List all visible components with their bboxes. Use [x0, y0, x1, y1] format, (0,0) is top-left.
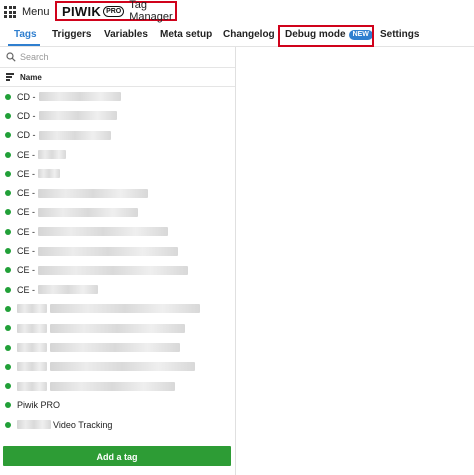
redacted-text: [38, 150, 66, 160]
row-name: CE -: [17, 284, 35, 295]
brand-badge: PRO: [103, 5, 125, 17]
menu-label: Menu: [22, 6, 50, 18]
active-tab-indicator: [8, 44, 40, 46]
redacted-text: [17, 420, 51, 430]
tag-list-panel: Name CD - CD - CD - CE - CE - CE - CE - …: [0, 47, 236, 475]
table-row[interactable]: Piwik PRO: [0, 396, 235, 415]
redacted-text: [50, 362, 195, 372]
row-name: CE -: [17, 207, 35, 218]
table-row[interactable]: CE -: [0, 164, 235, 183]
redacted-text: [17, 362, 47, 372]
column-header: Name: [0, 68, 235, 87]
table-row[interactable]: CE -: [0, 241, 235, 260]
table-row[interactable]: CD -: [0, 106, 235, 125]
status-dot: [5, 190, 11, 197]
debug-mode-highlight: [278, 25, 374, 47]
table-row[interactable]: CD -: [0, 87, 235, 106]
brand-logo[interactable]: PIWIK PRO Tag Manager: [55, 0, 177, 23]
detail-panel: [236, 47, 474, 475]
tag-list: CD - CD - CD - CE - CE - CE - CE - CE - …: [0, 87, 235, 434]
redacted-text: [38, 265, 188, 275]
redacted-text: [17, 323, 47, 333]
status-dot: [5, 132, 11, 139]
tab-tags[interactable]: Tags: [14, 24, 37, 46]
table-row[interactable]: CE -: [0, 145, 235, 164]
row-name: CE -: [17, 265, 35, 276]
table-row[interactable]: [0, 299, 235, 318]
row-name: CE -: [17, 168, 35, 179]
redacted-text: [17, 343, 47, 352]
row-name: CE -: [17, 226, 35, 237]
redacted-text: [50, 381, 175, 391]
status-dot: [5, 209, 11, 216]
status-dot: [5, 170, 11, 177]
status-dot: [5, 363, 11, 370]
tab-meta-setup[interactable]: Meta setup: [160, 24, 212, 46]
tab-bar: Tags Triggers Variables Meta setup Chang…: [0, 24, 474, 47]
redacted-text: [17, 304, 47, 314]
table-row[interactable]: [0, 357, 235, 376]
redacted-text: [38, 169, 60, 179]
redacted-text: [38, 111, 117, 121]
redacted-text: [38, 130, 111, 140]
redacted-text: [38, 207, 138, 217]
table-row[interactable]: CE -: [0, 261, 235, 280]
menu-button[interactable]: Menu: [4, 4, 50, 20]
row-name: Piwik PRO: [17, 400, 61, 411]
status-dot: [5, 286, 11, 293]
row-name-suffix: Video Tracking: [53, 419, 113, 430]
table-row[interactable]: CE -: [0, 280, 235, 299]
status-dot: [5, 344, 11, 351]
status-dot: [5, 402, 11, 409]
status-dot: [5, 248, 11, 255]
status-dot: [5, 267, 11, 274]
status-dot: [5, 151, 11, 158]
search-icon: [6, 52, 16, 62]
redacted-text: [38, 188, 148, 198]
table-row[interactable]: [0, 319, 235, 338]
redacted-text: [50, 323, 185, 333]
status-dot: [5, 93, 11, 100]
row-name: CD -: [17, 110, 36, 121]
redacted-text: [17, 381, 47, 391]
redacted-text: [50, 304, 200, 314]
row-name: CE -: [17, 188, 35, 199]
tab-settings[interactable]: Settings: [380, 24, 419, 46]
status-dot: [5, 305, 11, 312]
table-row[interactable]: CE -: [0, 222, 235, 241]
table-row[interactable]: CE -: [0, 183, 235, 202]
redacted-text: [38, 246, 178, 256]
table-row[interactable]: Video Tracking: [0, 415, 235, 434]
row-name: CE -: [17, 246, 35, 257]
status-dot: [5, 383, 11, 390]
sort-icon[interactable]: [6, 73, 14, 81]
status-dot: [5, 112, 11, 119]
row-name: CD -: [17, 130, 36, 141]
row-name: CD -: [17, 91, 36, 102]
add-tag-button[interactable]: Add a tag: [3, 446, 231, 466]
tab-changelog[interactable]: Changelog: [223, 24, 275, 46]
redacted-text: [50, 343, 180, 352]
tab-variables[interactable]: Variables: [104, 24, 148, 46]
grid-menu-icon: [4, 6, 16, 18]
status-dot: [5, 421, 11, 428]
brand-name: PIWIK: [62, 3, 102, 19]
table-row[interactable]: [0, 376, 235, 395]
table-row[interactable]: CE -: [0, 203, 235, 222]
status-dot: [5, 228, 11, 235]
search-bar: [0, 47, 235, 68]
product-name: Tag Manager: [129, 0, 173, 23]
top-bar: Menu PIWIK PRO Tag Manager: [0, 0, 474, 24]
column-header-name[interactable]: Name: [20, 73, 42, 82]
table-row[interactable]: [0, 338, 235, 357]
row-name: CE -: [17, 149, 35, 160]
tab-triggers[interactable]: Triggers: [52, 24, 91, 46]
status-dot: [5, 325, 11, 332]
redacted-text: [38, 92, 121, 102]
redacted-text: [38, 227, 168, 237]
table-row[interactable]: CD -: [0, 126, 235, 145]
redacted-text: [38, 285, 98, 295]
search-input[interactable]: [20, 52, 220, 62]
